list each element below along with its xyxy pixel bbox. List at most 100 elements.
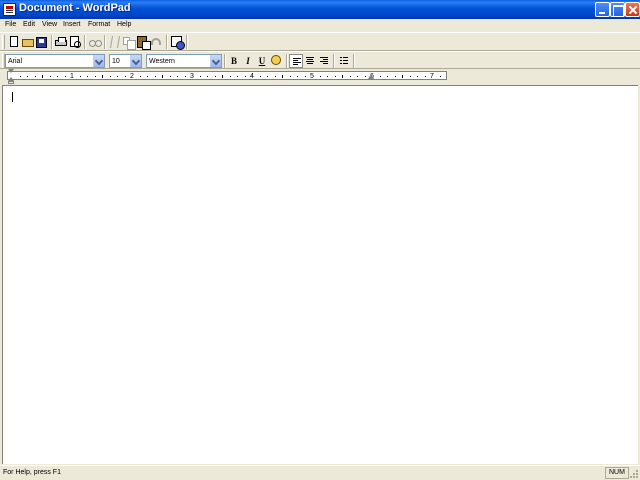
- ruler-tick: [79, 76, 81, 77]
- copy-button[interactable]: [122, 36, 136, 50]
- format-toolbar: Arial 10 Western B I U: [0, 51, 640, 69]
- underline-button[interactable]: U: [255, 54, 269, 68]
- ruler-tick: [117, 76, 118, 77]
- ruler-tick: [154, 76, 156, 77]
- toolbar-separator: [286, 54, 288, 68]
- ruler-tick: [349, 76, 351, 77]
- align-left-button[interactable]: [289, 54, 303, 68]
- maximize-button[interactable]: [610, 2, 625, 17]
- save-button[interactable]: [35, 36, 49, 49]
- ruler-number: 1: [70, 73, 74, 80]
- status-help-text: For Help, press F1: [3, 469, 61, 476]
- num-lock-indicator: NUM: [605, 467, 629, 479]
- ruler-tick: [274, 76, 276, 77]
- ruler-tick: [49, 76, 51, 77]
- ruler-tick: [319, 76, 321, 77]
- close-button[interactable]: [625, 2, 640, 17]
- ruler-tick: [214, 76, 216, 77]
- left-indent-marker[interactable]: [8, 81, 14, 84]
- minimize-button[interactable]: [595, 2, 610, 17]
- ruler-tick: [169, 76, 171, 77]
- toolbar-separator: [333, 54, 335, 68]
- undo-button[interactable]: [150, 36, 164, 49]
- ruler-tick: [207, 76, 208, 77]
- save-disk-icon: [36, 37, 47, 48]
- right-indent-marker[interactable]: [368, 74, 374, 79]
- scissors-icon: [109, 36, 121, 48]
- menu-view[interactable]: View: [42, 19, 57, 31]
- ruler-tick: [237, 76, 238, 77]
- first-line-indent-marker[interactable]: [8, 69, 14, 73]
- binoculars-icon: [89, 38, 102, 47]
- italic-button[interactable]: I: [241, 54, 255, 68]
- align-right-icon: [320, 57, 328, 65]
- script-combo[interactable]: Western: [146, 54, 222, 68]
- ruler-number: 3: [190, 73, 194, 80]
- ruler-number: 4: [250, 73, 254, 80]
- title-bar[interactable]: Document - WordPad: [0, 0, 640, 19]
- cut-button[interactable]: [108, 36, 122, 49]
- menu-edit[interactable]: Edit: [23, 19, 35, 31]
- ruler-tick: [259, 76, 261, 77]
- ruler-tick: [222, 75, 223, 78]
- ruler-tick: [439, 76, 441, 77]
- open-button[interactable]: [21, 36, 35, 49]
- bold-button[interactable]: B: [227, 54, 241, 68]
- menu-format[interactable]: Format: [88, 19, 110, 31]
- print-button[interactable]: [54, 36, 68, 49]
- ruler-tick: [364, 76, 366, 77]
- date-time-button[interactable]: [170, 36, 185, 50]
- find-button[interactable]: [88, 36, 102, 49]
- ruler-tick: [87, 76, 88, 77]
- ruler-tick: [357, 76, 358, 77]
- ruler-tick: [417, 76, 418, 77]
- ruler-tick: [64, 76, 66, 77]
- toolbar-separator: [104, 35, 106, 49]
- ruler-bar[interactable]: 1234567: [7, 71, 447, 80]
- print-preview-icon: [70, 36, 81, 48]
- ruler-tick: [379, 76, 381, 77]
- ruler-tick: [229, 76, 231, 77]
- ruler-tick: [147, 76, 148, 77]
- chevron-down-icon[interactable]: [130, 55, 141, 67]
- menu-help[interactable]: Help: [117, 19, 131, 31]
- ruler-tick: [304, 76, 306, 77]
- new-button[interactable]: [7, 36, 21, 49]
- ruler-tick: [184, 76, 186, 77]
- new-document-icon: [10, 36, 18, 47]
- ruler-tick: [424, 76, 426, 77]
- menu-insert[interactable]: Insert: [63, 19, 81, 31]
- ruler-tick: [57, 76, 58, 77]
- ruler-tick: [342, 75, 343, 78]
- ruler[interactable]: 1234567: [0, 69, 640, 84]
- font-size-combo[interactable]: 10: [109, 54, 142, 68]
- ruler-tick: [42, 75, 43, 78]
- ruler-tick: [387, 76, 388, 77]
- paste-button[interactable]: [136, 36, 151, 50]
- ruler-number: 7: [430, 73, 434, 80]
- color-palette-icon: [271, 55, 281, 65]
- align-center-button[interactable]: [303, 54, 317, 68]
- ruler-tick: [162, 75, 163, 78]
- ruler-tick: [244, 76, 246, 77]
- font-name-combo[interactable]: Arial: [5, 54, 105, 68]
- print-preview-button[interactable]: [68, 36, 82, 49]
- font-size-value: 10: [112, 58, 120, 65]
- toolbar-grip[interactable]: [2, 35, 5, 49]
- bullets-button[interactable]: [337, 54, 351, 68]
- document-editor[interactable]: [2, 85, 638, 464]
- font-name-value: Arial: [8, 58, 23, 65]
- align-right-button[interactable]: [317, 54, 331, 68]
- open-folder-icon: [22, 39, 34, 47]
- script-value: Western: [149, 58, 175, 65]
- ruler-tick: [334, 76, 336, 77]
- font-color-button[interactable]: [269, 54, 283, 67]
- resize-grip[interactable]: [630, 468, 639, 479]
- menu-file[interactable]: File: [5, 19, 16, 31]
- wordpad-app-icon[interactable]: [3, 3, 16, 16]
- ruler-tick: [267, 76, 268, 77]
- ruler-tick: [94, 76, 96, 77]
- chevron-down-icon[interactable]: [210, 55, 221, 67]
- chevron-down-icon[interactable]: [93, 55, 104, 67]
- printer-icon: [55, 37, 67, 46]
